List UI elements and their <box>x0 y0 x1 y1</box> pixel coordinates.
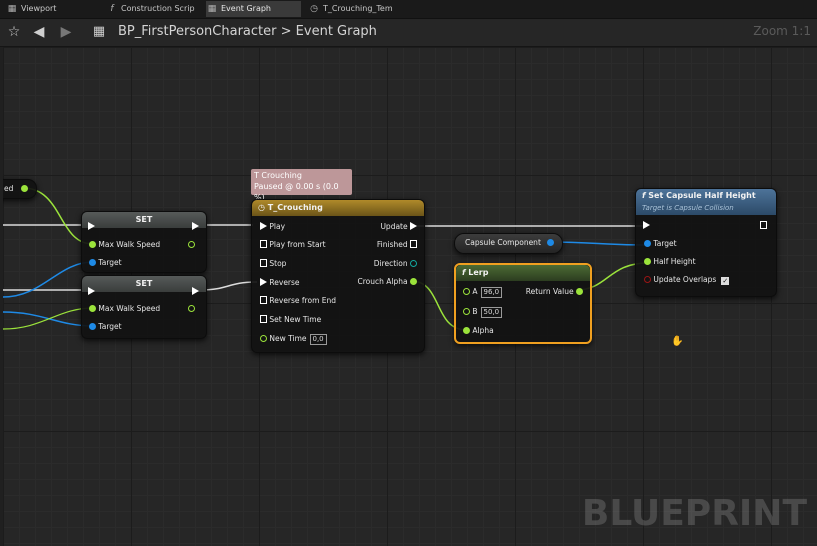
zoom-level: Zoom 1:1 <box>753 24 811 38</box>
float-pin-icon <box>21 185 28 192</box>
forward-arrow-icon[interactable]: ▶ <box>56 23 76 41</box>
pin-a[interactable]: A 96,0 <box>463 287 503 298</box>
timeline-status-tooltip: T Crouching Paused @ 0.00 s (0.0 %) <box>251 169 352 202</box>
pin-alpha[interactable]: Alpha <box>463 326 494 336</box>
function-icon: f <box>642 191 646 200</box>
timeline-node-t-crouching[interactable]: ◷ T_Crouching Play Play from Start Stop … <box>251 199 425 353</box>
event-graph-icon: ▦ <box>207 4 217 14</box>
exec-out-pin-icon <box>410 222 417 230</box>
pin-set-new-time[interactable]: Set New Time <box>260 315 321 325</box>
pin-target[interactable]: Target <box>644 239 677 249</box>
back-arrow-icon[interactable]: ◀ <box>29 23 49 41</box>
update-overlaps-checkbox[interactable]: ✓ <box>721 277 730 285</box>
float-pin-icon <box>576 288 583 295</box>
pin-new-time[interactable]: New Time 0,0 <box>260 334 327 345</box>
pin-direction[interactable]: Direction <box>374 259 417 269</box>
blueprint-graph-icon: ▦ <box>92 24 106 39</box>
float-pin-icon <box>463 308 470 315</box>
float-pin-icon <box>89 305 96 312</box>
exec-out-pin-icon <box>760 221 767 229</box>
blueprint-watermark: BLUEPRINT <box>581 493 807 534</box>
function-icon: f <box>462 268 466 277</box>
favorite-star-icon[interactable]: ☆ <box>4 23 24 41</box>
breadcrumb: BP_FirstPersonCharacter > Event Graph <box>118 24 377 39</box>
exec-out-pin-icon <box>192 222 199 230</box>
breadcrumb-separator: > <box>280 24 292 39</box>
breadcrumb-blueprint[interactable]: BP_FirstPersonCharacter <box>118 24 276 39</box>
float-pin-icon <box>89 241 96 248</box>
lerp-node[interactable]: f Lerp A 96,0 B 50,0 Alpha Return Value <box>454 263 592 344</box>
float-pin-icon <box>410 278 417 285</box>
exec-in-pin-icon <box>260 315 267 323</box>
exec-in-pin-icon <box>260 278 267 286</box>
pin-return-value[interactable]: Return Value <box>526 287 583 297</box>
timeline-node-title: ◷ T_Crouching <box>252 200 424 216</box>
set-capsule-half-height-node[interactable]: f Set Capsule Half Height Target is Caps… <box>635 188 777 297</box>
pin-update[interactable]: Update <box>380 222 417 232</box>
set-node-max-walk-speed-2[interactable]: SET Max Walk Speed Target <box>81 275 207 339</box>
exec-out-pin-icon <box>410 240 417 248</box>
set-node-title: SET <box>82 276 206 292</box>
timeline-icon: ◷ <box>310 4 318 14</box>
pin-half-height[interactable]: Half Height <box>644 257 696 267</box>
exec-in-pin-icon <box>88 287 95 295</box>
exec-in-pin-icon <box>260 259 267 267</box>
pin-play[interactable]: Play <box>260 222 285 232</box>
tab-construction-script[interactable]: f Construction Scrip <box>106 1 196 17</box>
pin-stop[interactable]: Stop <box>260 259 286 269</box>
pin-b[interactable]: B 50,0 <box>463 307 503 318</box>
object-pin-icon <box>89 259 96 266</box>
bool-pin-icon <box>644 276 651 283</box>
pin-max-walk-speed[interactable]: Max Walk Speed <box>89 240 160 250</box>
object-pin-icon <box>89 323 96 330</box>
b-value[interactable]: 50,0 <box>480 307 503 318</box>
a-value[interactable]: 96,0 <box>480 287 503 298</box>
variable-getter-stub[interactable]: ed <box>3 179 37 199</box>
pin-reverse[interactable]: Reverse <box>260 278 300 288</box>
tab-bar: ▦ Viewport f Construction Scrip ▦ Event Gra… <box>0 0 817 19</box>
float-pin-icon <box>463 327 470 334</box>
float-out-pin-icon <box>188 305 195 312</box>
breadcrumb-graph[interactable]: Event Graph <box>296 24 377 39</box>
object-pin-icon <box>547 239 554 246</box>
tab-event-graph[interactable]: ▦ Event Graph <box>206 1 301 17</box>
exec-wire <box>200 281 258 291</box>
exec-in-pin-icon <box>260 222 267 230</box>
pin-reverse-from-end[interactable]: Reverse from End <box>260 296 336 306</box>
graph-toolbar: ☆ ◀ ▶ ▦ BP_FirstPersonCharacter > Event … <box>0 19 817 47</box>
exec-in-pin-icon <box>88 222 95 230</box>
new-time-value[interactable]: 0,0 <box>309 334 327 345</box>
function-icon: f <box>110 4 114 14</box>
capsule-component-getter[interactable]: Capsule Component <box>454 233 563 254</box>
float-out-pin-icon <box>188 241 195 248</box>
set-node-max-walk-speed-1[interactable]: SET Max Walk Speed Target <box>81 211 207 273</box>
pin-finished[interactable]: Finished <box>377 240 417 250</box>
float-pin-icon <box>463 288 470 295</box>
pin-play-from-start[interactable]: Play from Start <box>260 240 326 250</box>
pin-crouch-alpha[interactable]: Crouch Alpha <box>358 277 417 287</box>
hand-cursor-icon: ✋ <box>671 336 684 347</box>
exec-out-pin-icon <box>192 287 199 295</box>
tab-timeline[interactable]: ◷ T_Crouching_Tem <box>308 1 400 17</box>
float-pin-icon <box>644 258 651 265</box>
float-pin-icon <box>260 335 267 342</box>
viewport-icon: ▦ <box>7 4 17 14</box>
pin-update-overlaps[interactable]: Update Overlaps ✓ <box>644 275 730 285</box>
set-capsule-node-title: f Set Capsule Half Height Target is Caps… <box>636 189 776 215</box>
pin-target[interactable]: Target <box>89 322 122 332</box>
pin-target[interactable]: Target <box>89 258 122 268</box>
object-wire <box>547 241 649 246</box>
tab-viewport[interactable]: ▦ Viewport <box>6 1 96 17</box>
pin-max-walk-speed[interactable]: Max Walk Speed <box>89 304 160 314</box>
object-pin-icon <box>644 240 651 247</box>
exec-in-pin-icon <box>260 296 267 304</box>
lerp-node-title: f Lerp <box>456 265 590 281</box>
exec-in-pin-icon <box>643 221 650 229</box>
enum-pin-icon <box>410 260 417 267</box>
object-wire <box>3 261 94 298</box>
graph-canvas[interactable]: ed SET Max Walk Speed Target SET Max Wal… <box>3 47 817 546</box>
set-node-title: SET <box>82 212 206 228</box>
timeline-clock-icon: ◷ <box>258 203 265 212</box>
exec-in-pin-icon <box>260 240 267 248</box>
